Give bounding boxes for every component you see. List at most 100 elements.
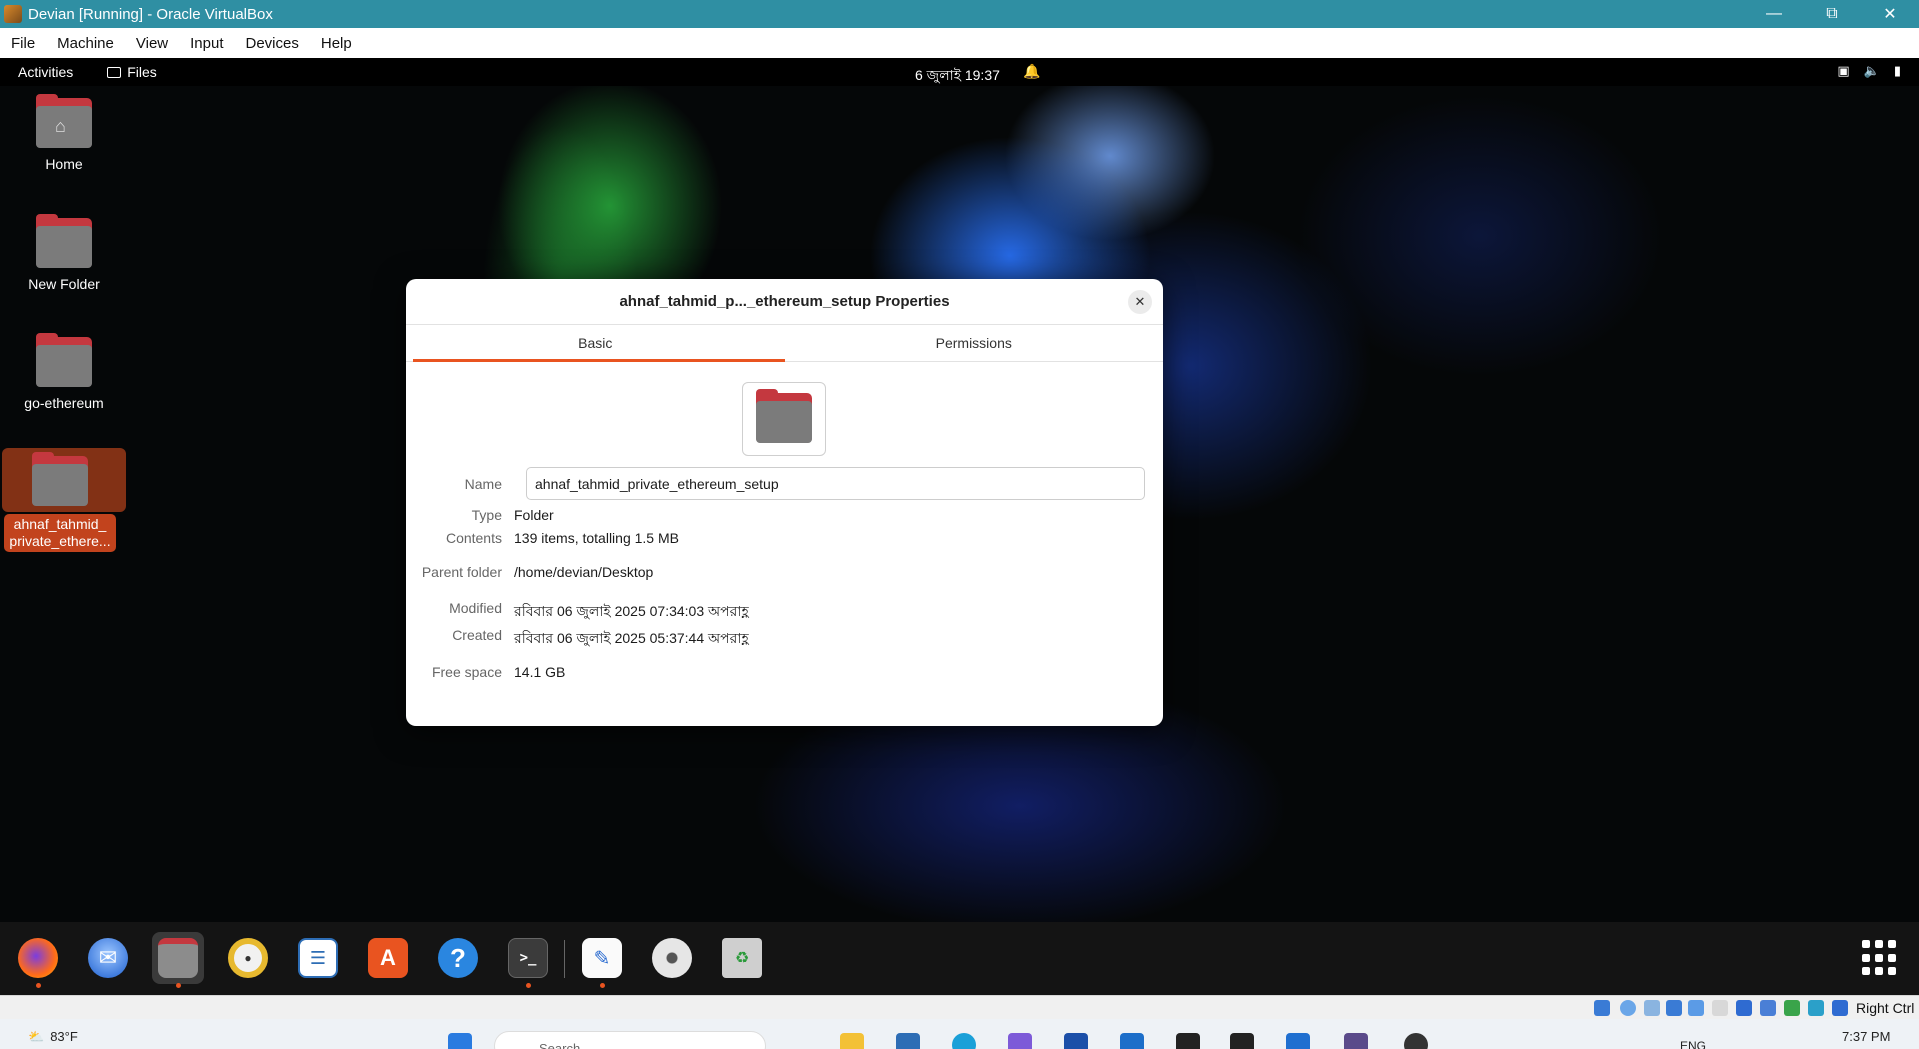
menu-machine[interactable]: Machine xyxy=(46,35,125,52)
menu-help[interactable]: Help xyxy=(310,35,363,52)
mouse-integration-indicator-icon[interactable] xyxy=(1808,1000,1824,1016)
store-icon[interactable] xyxy=(896,1033,920,1049)
dock-terminal[interactable]: >_ xyxy=(502,932,554,988)
tab-basic[interactable]: Basic xyxy=(406,325,785,362)
dock-app-center[interactable]: A xyxy=(362,932,414,984)
file-explorer-icon[interactable] xyxy=(840,1033,864,1049)
desktop-icon-new-folder[interactable]: New Folder xyxy=(4,214,124,293)
files-app-indicator[interactable]: Files xyxy=(107,64,157,80)
dock-thunderbird[interactable]: ✉ xyxy=(82,932,134,984)
dock-firefox[interactable] xyxy=(12,932,64,988)
created-row: Created রবিবার 06 জুলাই 2025 05:37:44 অপ… xyxy=(406,627,1163,651)
parent-folder-label: Parent folder xyxy=(421,564,502,580)
keyboard-capture-indicator-icon[interactable] xyxy=(1832,1000,1848,1016)
created-value: রবিবার 06 জুলাই 2025 05:37:44 অপরাহ্ণ xyxy=(514,630,749,646)
virtualbox-taskbar-icon[interactable] xyxy=(1344,1033,1368,1049)
ubuntu-dock: ✉ ● ☰ A ? >_ ✎ ♻ xyxy=(0,922,1919,995)
app-icon[interactable] xyxy=(1064,1033,1088,1049)
folder-preview[interactable] xyxy=(742,382,826,456)
name-input[interactable]: ahnaf_tahmid_private_ethereum_setup xyxy=(526,467,1145,500)
recording-indicator-icon[interactable] xyxy=(1760,1000,1776,1016)
contents-row: Contents 139 items, totalling 1.5 MB xyxy=(406,530,1163,546)
dock-rhythmbox[interactable]: ● xyxy=(222,932,274,984)
clock[interactable]: 6 জুলাই 19:37 xyxy=(915,64,1000,88)
menu-view[interactable]: View xyxy=(125,35,179,52)
desktop-icon-label: ahnaf_tahmid_ private_ethere... xyxy=(4,514,116,552)
free-space-row: Free space 14.1 GB xyxy=(406,664,1163,680)
edge-icon[interactable] xyxy=(952,1033,976,1049)
close-window-button[interactable]: ✕ xyxy=(1861,0,1919,28)
show-apps-button[interactable] xyxy=(1862,940,1898,976)
restore-button[interactable]: ⧉ xyxy=(1803,0,1861,28)
hard-disk-indicator-icon[interactable] xyxy=(1594,1000,1610,1016)
app-icon[interactable] xyxy=(1176,1033,1200,1049)
guest-screen: Activities Files 6 জুলাই 19:37 🔔 ▣ 🔈 ▮ ⌂… xyxy=(0,58,1919,995)
desktop-icon-ahnaf-private-ethereum[interactable]: ahnaf_tahmid_ private_ethere... xyxy=(0,448,126,552)
dock-libreoffice-writer[interactable]: ☰ xyxy=(292,932,344,984)
minimize-button[interactable]: — xyxy=(1745,0,1803,28)
network-indicator-icon[interactable] xyxy=(1666,1000,1682,1016)
parent-folder-row: Parent folder /home/devian/Desktop xyxy=(406,564,1163,580)
window-title: Devian [Running] - Oracle VirtualBox xyxy=(28,5,273,23)
weather-widget[interactable]: ⛅ 83°F xyxy=(28,1029,78,1045)
type-value: Folder xyxy=(514,507,554,523)
dock-separator xyxy=(564,940,565,978)
menu-devices[interactable]: Devices xyxy=(235,35,310,52)
text-editor-icon: ✎ xyxy=(582,938,622,978)
taskbar-search[interactable]: Search xyxy=(494,1031,766,1049)
running-indicator xyxy=(526,983,531,988)
app-icon[interactable] xyxy=(1286,1033,1310,1049)
notification-bell-icon[interactable]: 🔔 xyxy=(1023,63,1040,80)
running-indicator xyxy=(176,983,181,988)
display-indicator-icon[interactable] xyxy=(1736,1000,1752,1016)
dock-files[interactable] xyxy=(152,932,204,988)
parent-folder-value[interactable]: /home/devian/Desktop xyxy=(514,564,653,580)
network-icon: ▣ xyxy=(1837,63,1850,78)
dock-disc[interactable] xyxy=(646,932,698,984)
volume-icon: 🔈 xyxy=(1863,63,1880,78)
system-tray[interactable]: ▣ 🔈 ▮ xyxy=(1837,63,1901,79)
dock-trash[interactable]: ♻ xyxy=(716,932,768,984)
language-indicator[interactable]: ENG xyxy=(1680,1039,1706,1049)
name-label: Name xyxy=(464,476,502,492)
contents-label: Contents xyxy=(445,530,502,546)
rhythmbox-icon: ● xyxy=(228,938,268,978)
folder-icon xyxy=(36,333,92,387)
copilot-icon[interactable] xyxy=(1008,1033,1032,1049)
folder-icon xyxy=(756,389,812,445)
app-icon[interactable] xyxy=(1404,1033,1428,1049)
menu-file[interactable]: File xyxy=(0,35,46,52)
desktop-icon-label: Home xyxy=(45,156,83,172)
gnome-topbar: Activities Files 6 জুলাই 19:37 🔔 ▣ 🔈 ▮ xyxy=(0,58,1919,86)
dock-text-editor[interactable]: ✎ xyxy=(576,932,628,988)
audio-indicator-icon[interactable] xyxy=(1644,1000,1660,1016)
folder-icon xyxy=(32,452,88,506)
menu-input[interactable]: Input xyxy=(179,35,234,52)
terminal-icon: >_ xyxy=(508,938,548,978)
desktop-icon-go-ethereum[interactable]: go-ethereum xyxy=(4,333,124,412)
desktop-icon-home[interactable]: ⌂ Home xyxy=(4,94,124,173)
activities-button[interactable]: Activities xyxy=(18,64,73,80)
dropbox-icon[interactable] xyxy=(1230,1033,1254,1049)
temperature: 83°F xyxy=(50,1029,78,1044)
virtualbox-icon xyxy=(4,5,22,23)
modified-row: Modified রবিবার 06 জুলাই 2025 07:34:03 অ… xyxy=(406,600,1163,624)
vbox-statusbar: Right Ctrl xyxy=(0,995,1919,1019)
files-icon xyxy=(107,66,122,78)
optical-drive-indicator-icon[interactable] xyxy=(1620,1000,1636,1016)
free-space-value: 14.1 GB xyxy=(514,664,566,680)
modified-label: Modified xyxy=(449,600,502,616)
shared-folders-indicator-icon[interactable] xyxy=(1712,1000,1728,1016)
taskbar-clock[interactable]: 7:37 PM xyxy=(1842,1029,1890,1044)
contents-value: 139 items, totalling 1.5 MB xyxy=(514,530,679,546)
dialog-title: ahnaf_tahmid_p..._ethereum_setup Propert… xyxy=(406,279,1163,325)
tab-permissions[interactable]: Permissions xyxy=(785,325,1164,361)
usb-indicator-icon[interactable] xyxy=(1688,1000,1704,1016)
outlook-icon[interactable] xyxy=(1120,1033,1144,1049)
cpu-indicator-icon[interactable] xyxy=(1784,1000,1800,1016)
dialog-close-button[interactable]: ✕ xyxy=(1128,290,1152,314)
windows-start-icon[interactable] xyxy=(448,1033,472,1049)
dock-help[interactable]: ? xyxy=(432,932,484,984)
disc-icon xyxy=(652,938,692,978)
desktop-icon-label: go-ethereum xyxy=(24,395,104,411)
